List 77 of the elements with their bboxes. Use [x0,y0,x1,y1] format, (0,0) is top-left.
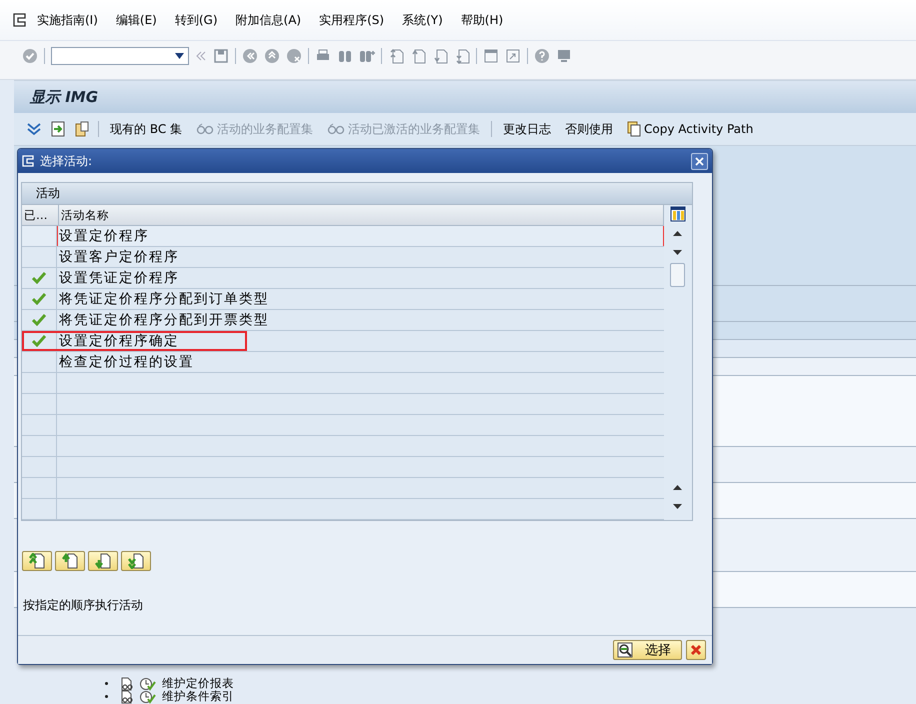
document-glasses-icon[interactable] [120,676,134,690]
toolbar-button[interactable]: 否则使用 [562,118,616,140]
table-cell[interactable]: 将凭证定价程序分配到开票类型 [57,310,269,330]
double-down-arrow-document-icon [128,553,144,569]
menu-item[interactable]: 附加信息(A) [226,12,310,28]
down-triangle-icon [673,250,682,254]
column-header[interactable]: 已… [22,205,59,225]
exit-icon[interactable] [264,48,280,64]
table-cell[interactable]: 检查定价过程的设置 [57,352,194,372]
help-icon[interactable] [534,48,550,64]
column-header[interactable]: 活动名称 [59,205,664,225]
clock-check-icon[interactable] [140,690,156,704]
cross-icon [690,644,702,656]
execute-document-icon[interactable] [50,121,66,137]
menu-item[interactable]: 系统(Y) [393,12,452,28]
double-up-arrow-document-icon [29,553,45,569]
move-to-bottom-button[interactable] [121,551,151,571]
down-arrow-document-icon [95,553,111,569]
tree-item[interactable]: 维护定价报表 [162,677,234,690]
menu-item[interactable]: 转到(G) [166,12,227,28]
table-cell[interactable]: 设置定价程序 [57,226,149,246]
table-cell[interactable]: 设置定价程序确定 [57,331,179,351]
cancel-button[interactable] [686,640,706,660]
up-arrow-document-icon [62,553,78,569]
save-icon[interactable] [213,48,229,64]
bullet-icon [105,695,108,698]
find-next-icon[interactable] [359,48,375,64]
move-down-button[interactable] [88,551,118,571]
toolbar-button[interactable]: 现有的 BC 集 [107,118,186,140]
scroll-thumb[interactable] [670,263,685,287]
new-session-icon[interactable] [483,48,499,64]
column-settings-icon[interactable] [670,206,686,222]
next-page-icon[interactable] [432,48,448,64]
move-to-top-button[interactable] [22,551,52,571]
last-page-icon[interactable] [454,48,470,64]
previous-page-icon[interactable] [410,48,426,64]
glasses-icon [327,123,346,135]
dialog-title: 选择活动: [40,152,94,170]
back-icon[interactable] [242,48,258,64]
check-icon[interactable] [22,48,38,64]
table-cell[interactable]: 将凭证定价程序分配到订单类型 [57,289,269,309]
shortcut-icon[interactable] [505,48,521,64]
screen-title: 显示 IMG [30,88,98,106]
window-icon [22,155,36,167]
first-page-icon[interactable] [388,48,404,64]
table-cell[interactable]: 设置凭证定价程序 [57,268,179,288]
group-header: 活动 [36,185,60,202]
toolbar-button[interactable]: Copy Activity Path [624,119,756,139]
command-field[interactable] [51,47,189,65]
tree-item[interactable]: 维护条件索引 [162,690,234,703]
menu-item[interactable]: 帮助(H) [452,12,512,28]
document-glasses-icon[interactable] [120,690,134,704]
menu-icon[interactable] [12,13,28,27]
menu-item[interactable]: 实用程序(S) [310,12,394,28]
menu-item[interactable]: 编辑(E) [106,12,166,28]
menu-item[interactable]: 实施指南(I) [28,12,107,28]
close-button[interactable] [691,152,708,170]
move-up-button[interactable] [55,551,85,571]
glasses-icon [196,123,214,135]
table-cell[interactable]: 设置客户定价程序 [57,247,179,267]
down-triangle-icon [673,504,682,508]
copy-icon [627,121,642,137]
monitor-icon[interactable] [556,48,572,64]
caret-icon[interactable] [175,53,184,59]
bullet-icon [105,682,108,685]
up-triangle-icon [673,484,682,490]
select-button[interactable]: 选择 [613,640,682,660]
description-text: 按指定的顺序执行活动 [23,597,144,614]
clock-check-icon[interactable] [140,676,156,690]
up-triangle-icon [673,230,682,236]
clipboard-icon[interactable] [74,121,90,137]
close-icon [695,156,704,166]
find-icon[interactable] [337,48,353,64]
magnifier-document-icon [617,642,635,658]
expand-icon[interactable] [26,122,42,136]
toolbar-button[interactable]: 更改日志 [500,118,554,140]
cancel-icon[interactable] [286,48,302,64]
